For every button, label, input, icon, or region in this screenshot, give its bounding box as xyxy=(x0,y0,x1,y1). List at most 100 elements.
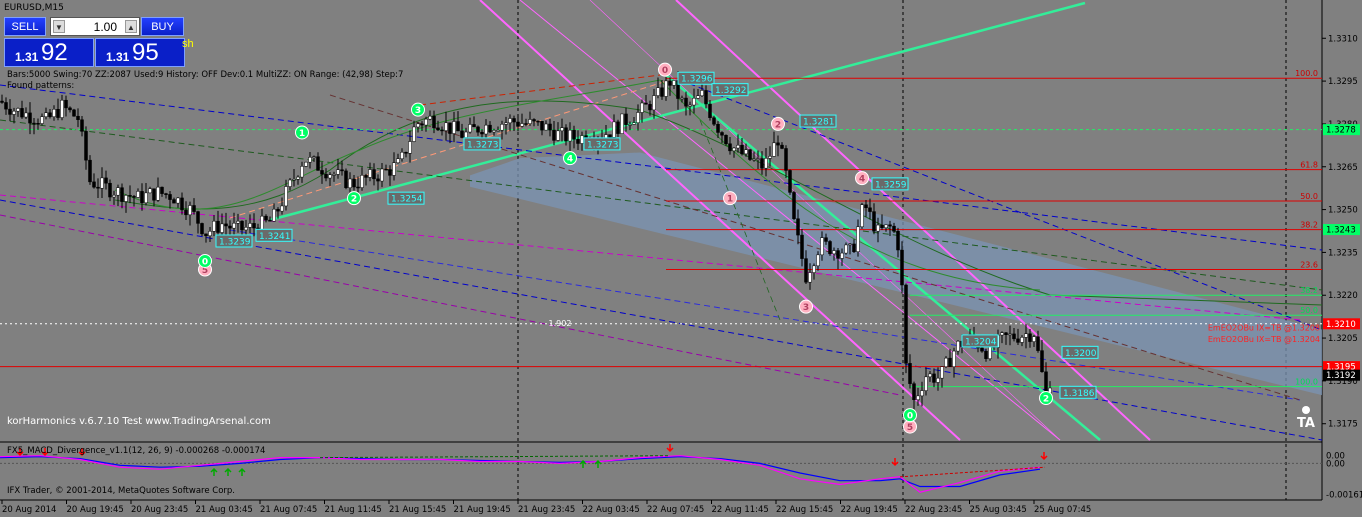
candle-body xyxy=(908,363,912,384)
candle-body xyxy=(452,121,456,134)
candle-body xyxy=(740,144,744,155)
candle-body xyxy=(884,224,888,229)
bid-big-digits: 92 xyxy=(41,39,68,66)
candle-body xyxy=(156,186,160,201)
swing-price-label-2: 1.3281 xyxy=(803,118,835,128)
candle-body xyxy=(728,143,732,152)
candle-body xyxy=(572,129,576,140)
candle-body xyxy=(672,80,676,86)
candle-body xyxy=(856,226,860,252)
pivot-label-1: 1 xyxy=(727,195,733,205)
sell-button[interactable]: SELL xyxy=(4,17,46,36)
candle-body xyxy=(276,208,280,212)
candle-body xyxy=(152,188,156,201)
candle-body xyxy=(20,108,24,118)
candle-body xyxy=(108,182,112,198)
candle-body xyxy=(784,148,788,171)
lot-size-field: ▼ ▲ xyxy=(50,17,140,36)
candle-body xyxy=(800,234,804,259)
candle-body xyxy=(92,181,96,188)
candle-body xyxy=(632,122,636,125)
candle-body xyxy=(412,126,416,142)
candle-body xyxy=(808,272,812,283)
candle-body xyxy=(472,124,476,128)
candle-body xyxy=(484,124,488,135)
candle-body xyxy=(764,158,768,169)
candle-body xyxy=(304,161,308,167)
candle-body xyxy=(648,104,652,111)
candle-body xyxy=(756,158,760,160)
candle-body xyxy=(1000,332,1004,336)
time-axis-label-0: 20 Aug 2014 xyxy=(2,505,56,515)
candle-body xyxy=(36,123,40,125)
candle-body xyxy=(504,122,508,125)
candle-body xyxy=(192,205,196,212)
candle-body xyxy=(608,134,612,138)
candle-body xyxy=(776,142,780,146)
candle-body xyxy=(792,192,796,219)
price-axis-label-9: 1.3175 xyxy=(1328,420,1358,430)
candle-body xyxy=(500,124,504,131)
candle-body xyxy=(212,220,216,232)
candle-body xyxy=(400,151,404,159)
bid-quote[interactable]: 1.31 92 xyxy=(4,38,94,67)
candle-body xyxy=(836,250,840,259)
candle-body xyxy=(772,142,776,157)
candle-body xyxy=(116,187,120,196)
candle-body xyxy=(552,129,556,141)
candle-body xyxy=(384,168,388,171)
candle-body xyxy=(1020,337,1024,343)
pivot-label-5: 5 xyxy=(907,423,913,433)
lot-down-arrow-icon[interactable]: ▼ xyxy=(53,20,65,33)
swing-price-label-3: 1.3273 xyxy=(467,140,499,150)
candle-body xyxy=(200,223,204,235)
candle-body xyxy=(220,223,224,233)
fib-level-label-5: 38.2 xyxy=(1300,286,1318,295)
price-axis-label-0: 1.3310 xyxy=(1328,34,1358,44)
swing-price-label-4: 1.3273 xyxy=(587,140,619,150)
chart-window: { "title": "EURUSD,M15", "trade_panel": … xyxy=(0,0,1362,517)
logo-dot-icon xyxy=(1302,406,1310,414)
buy-button[interactable]: BUY xyxy=(141,17,184,36)
pattern-annotation-1: EmEO2OBu IX=TB @1.3204 xyxy=(1208,335,1320,344)
lot-size-input[interactable] xyxy=(67,18,117,35)
time-axis-label-6: 21 Aug 15:45 xyxy=(389,505,446,515)
candle-body xyxy=(320,170,324,175)
candle-body xyxy=(944,357,948,367)
candle-body xyxy=(760,158,764,169)
time-axis-label-13: 22 Aug 19:45 xyxy=(841,505,898,515)
pivot-label-9: 2 xyxy=(351,195,357,205)
candle-body xyxy=(12,110,16,115)
candle-body xyxy=(272,208,276,222)
candle-body xyxy=(16,108,20,112)
candle-body xyxy=(768,156,772,159)
candle-body xyxy=(532,119,536,122)
candle-body xyxy=(692,97,696,106)
swing-price-label-9: 1.3200 xyxy=(1065,349,1097,359)
candle-body xyxy=(316,156,320,171)
price-axis-label-7: 1.3205 xyxy=(1328,334,1358,344)
lot-up-arrow-icon[interactable]: ▲ xyxy=(125,20,137,33)
candle-body xyxy=(120,187,124,202)
price-axis-label-6: 1.3220 xyxy=(1328,291,1358,301)
candle-body xyxy=(292,178,296,181)
candle-body xyxy=(284,186,288,207)
ask-quote[interactable]: 1.31 95 xyxy=(95,38,185,67)
candle-body xyxy=(480,131,484,135)
candle-body xyxy=(660,87,664,97)
candle-body xyxy=(780,144,784,149)
candle-body xyxy=(616,121,620,134)
candle-body xyxy=(1028,333,1032,342)
candle-body xyxy=(448,122,452,134)
candle-body xyxy=(936,377,940,383)
fib-level-label-2: 50.0 xyxy=(1300,192,1318,201)
candle-body xyxy=(812,265,816,273)
candle-body xyxy=(680,97,684,100)
candle-body xyxy=(556,130,560,141)
candle-body xyxy=(432,115,436,129)
candle-body xyxy=(560,127,564,132)
candle-body xyxy=(436,127,440,131)
candle-body xyxy=(280,205,284,212)
candle-body xyxy=(848,243,852,246)
candle-body xyxy=(708,103,712,118)
